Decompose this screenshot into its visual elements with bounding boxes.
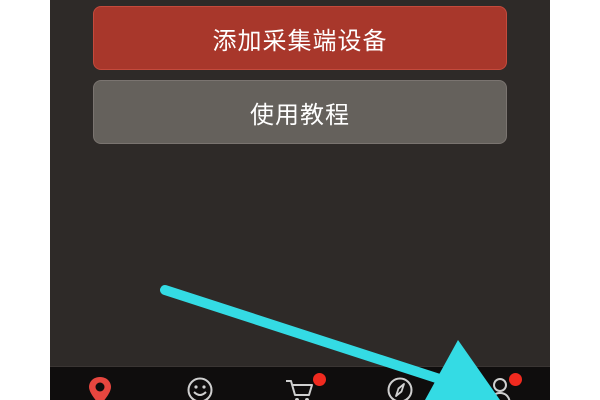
location-pin-icon bbox=[89, 377, 111, 400]
tutorial-button[interactable]: 使用教程 bbox=[93, 80, 507, 144]
tab-profile[interactable] bbox=[450, 367, 550, 400]
app-screen: 添加采集端设备 使用教程 bbox=[50, 0, 550, 400]
tab-home[interactable] bbox=[50, 367, 150, 400]
bottom-tab-bar bbox=[50, 366, 550, 400]
add-device-button[interactable]: 添加采集端设备 bbox=[93, 6, 507, 70]
compass-icon bbox=[387, 377, 413, 400]
smiley-face-icon bbox=[187, 377, 213, 400]
cart-notification-badge bbox=[312, 372, 327, 387]
tab-shop[interactable] bbox=[250, 367, 350, 400]
profile-notification-badge bbox=[508, 372, 523, 387]
tab-discover[interactable] bbox=[150, 367, 250, 400]
tab-explore[interactable] bbox=[350, 367, 450, 400]
